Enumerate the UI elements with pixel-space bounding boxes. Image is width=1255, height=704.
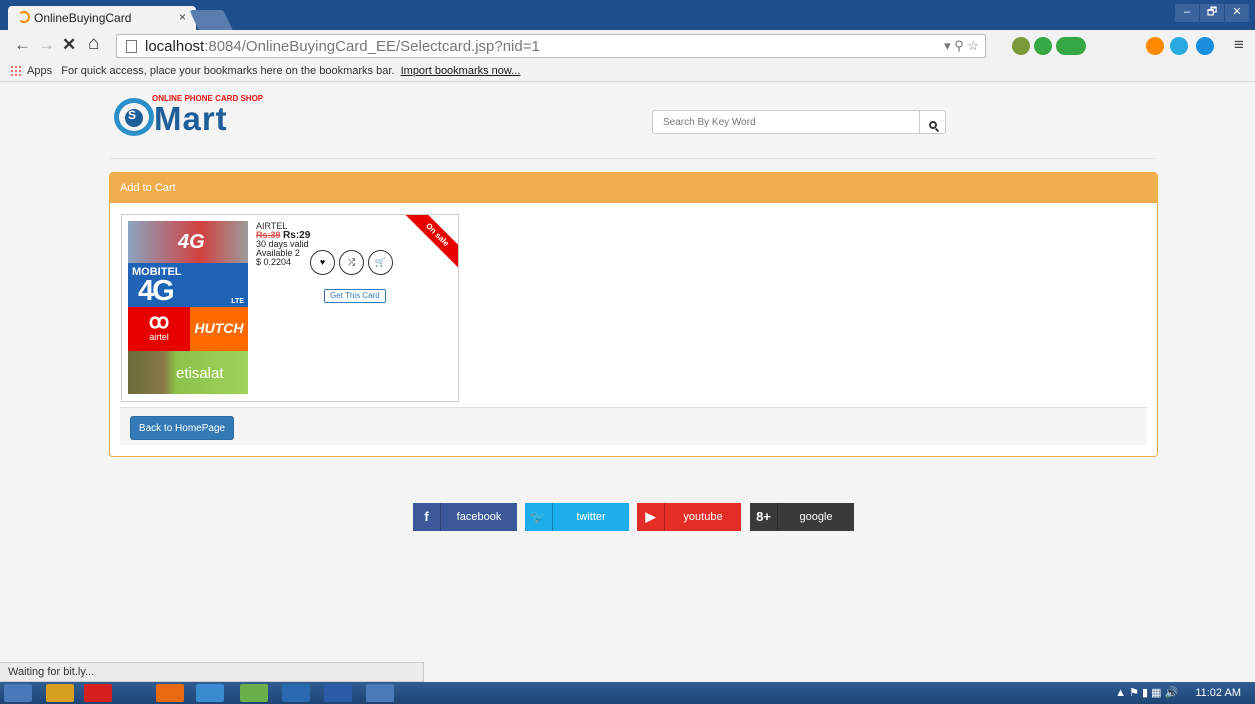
twitter-button[interactable]: 🐦 twitter (525, 503, 629, 531)
get-this-card-button[interactable]: Get This Card (324, 289, 386, 303)
minimize-button[interactable]: ‒ (1175, 4, 1199, 22)
image-airtel: ꝏ airtel (128, 307, 190, 351)
extension-icon[interactable] (1170, 37, 1188, 55)
taskbar-app-opera[interactable] (84, 684, 112, 702)
twitter-icon: 🐦 (525, 503, 553, 531)
search-input[interactable] (652, 110, 920, 134)
cart-icon: 🛒 (374, 257, 387, 267)
start-button[interactable] (4, 684, 32, 702)
card-usd-price: $ 0.2204 (256, 257, 292, 267)
facebook-icon: f (413, 503, 441, 531)
extension-toggle-icon[interactable] (1056, 37, 1086, 55)
close-tab-icon[interactable]: × (179, 10, 186, 24)
taskbar-app-files[interactable] (196, 684, 224, 702)
restore-button[interactable]: 🗗 (1200, 4, 1224, 22)
close-window-button[interactable]: ✕ (1225, 4, 1249, 22)
airtel-logo-icon: ꝏ (148, 311, 170, 333)
card-actions: ♥ ⤮ 🛒 (310, 250, 393, 275)
card-image: 4G MOBITEL 4G LTE ꝏ airtel HUTCH etisala… (128, 221, 248, 394)
skype-icon[interactable] (1196, 37, 1214, 55)
taskbar: ▲ ⚑ ▮ ▦ 🔊 11:02 AM (0, 682, 1255, 704)
taskbar-app-window[interactable] (282, 684, 310, 702)
bookmarks-bar: Apps For quick access, place your bookma… (0, 62, 1255, 82)
back-button[interactable]: ← (14, 35, 31, 55)
shuffle-icon: ⤮ (347, 257, 356, 267)
card-info: AIRTEL Rs:39 Rs:29 30 days valid Availab… (256, 222, 310, 267)
google-plus-icon: 8+ (750, 503, 778, 531)
panel-heading: Add to Cart (110, 173, 1157, 203)
facebook-label: facebook (456, 511, 502, 523)
heart-icon: ♥ (319, 257, 326, 267)
youtube-label: youtube (683, 511, 723, 523)
back-to-homepage-button[interactable]: Back to HomePage (130, 416, 234, 440)
menu-icon[interactable]: ≡ (1234, 35, 1244, 55)
extension-icon[interactable] (1012, 37, 1030, 55)
tab-title: OnlineBuyingCard (34, 11, 132, 25)
browser-tab-strip: OnlineBuyingCard × ‒ 🗗 ✕ (0, 0, 1255, 30)
airtel-word: airtel (149, 332, 169, 342)
url-host: localhost (145, 38, 205, 55)
search-button[interactable] (920, 110, 946, 134)
extension-icon[interactable] (1034, 37, 1052, 55)
window-controls: ‒ 🗗 ✕ (1175, 4, 1249, 22)
address-bar[interactable]: localhost:8084/OnlineBuyingCard_EE/Selec… (116, 34, 986, 58)
taskbar-app-chrome[interactable] (46, 684, 74, 702)
loading-spinner-icon (18, 11, 30, 23)
page-icon (126, 40, 137, 53)
facebook-button[interactable]: f facebook (413, 503, 517, 531)
bookmarks-hint: For quick access, place your bookmarks h… (61, 65, 395, 77)
logo-wordmark: Mart (154, 100, 228, 137)
twitter-label: twitter (576, 511, 606, 523)
panel-footer: Back to HomePage (120, 407, 1147, 445)
browser-toolbar: ← → ✕ ⌂ localhost:8084/OnlineBuyingCard_… (0, 30, 1255, 62)
image-4g-banner: 4G (128, 221, 248, 263)
site-logo[interactable]: ONLINE PHONE CARD SHOP S Mart (114, 94, 284, 138)
home-button[interactable]: ⌂ (88, 33, 99, 55)
search-form (652, 110, 946, 134)
apps-link[interactable]: Apps (27, 65, 52, 77)
image-mobitel: MOBITEL 4G LTE (128, 263, 248, 307)
forward-button[interactable]: → (38, 35, 55, 55)
url-path: :8084/OnlineBuyingCard_EE/Selectcard.jsp… (204, 38, 540, 55)
google-plus-button[interactable]: 8+ google (750, 503, 854, 531)
mobitel-4g: 4G (138, 275, 175, 307)
stop-button[interactable]: ✕ (62, 35, 76, 55)
on-sale-ribbon: On sale (400, 215, 458, 272)
status-bubble: Waiting for bit.ly... (0, 662, 424, 682)
taskbar-app-word[interactable] (324, 684, 352, 702)
wishlist-button[interactable]: ♥ (310, 250, 335, 275)
import-bookmarks-link[interactable]: Import bookmarks now... (401, 65, 521, 77)
browser-tab[interactable]: OnlineBuyingCard × (8, 6, 196, 30)
bookmark-star-icon[interactable]: ▾ ⚲ ☆ (944, 38, 979, 54)
add-to-cart-panel: Add to Cart 4G MOBITEL 4G LTE ꝏ airtel H… (109, 172, 1158, 457)
apps-icon[interactable] (10, 65, 22, 76)
page-content: ONLINE PHONE CARD SHOP S Mart Add to Car… (0, 82, 1255, 662)
logo-s-letter: S (128, 108, 137, 122)
google-label: google (799, 511, 833, 523)
mobitel-lte: LTE (231, 298, 244, 305)
header-divider (110, 158, 1155, 159)
tray-icons[interactable]: ▲ ⚑ ▮ ▦ 🔊 (1115, 687, 1178, 699)
search-icon (928, 121, 937, 129)
youtube-icon: ▶ (637, 503, 665, 531)
taskbar-app-browser[interactable] (156, 684, 184, 702)
taskbar-app-box[interactable] (366, 684, 394, 702)
image-hutch: HUTCH (190, 307, 248, 351)
compare-button[interactable]: ⤮ (339, 250, 364, 275)
clock[interactable]: 11:02 AM (1195, 687, 1241, 699)
image-etisalat: etisalat (128, 351, 248, 394)
taskbar-app-clover[interactable] (240, 684, 268, 702)
system-tray: ▲ ⚑ ▮ ▦ 🔊 11:02 AM (1115, 686, 1241, 699)
youtube-button[interactable]: ▶ youtube (637, 503, 741, 531)
extension-icon[interactable] (1146, 37, 1164, 55)
card-item: 4G MOBITEL 4G LTE ꝏ airtel HUTCH etisala… (121, 214, 459, 402)
add-to-cart-button[interactable]: 🛒 (368, 250, 393, 275)
